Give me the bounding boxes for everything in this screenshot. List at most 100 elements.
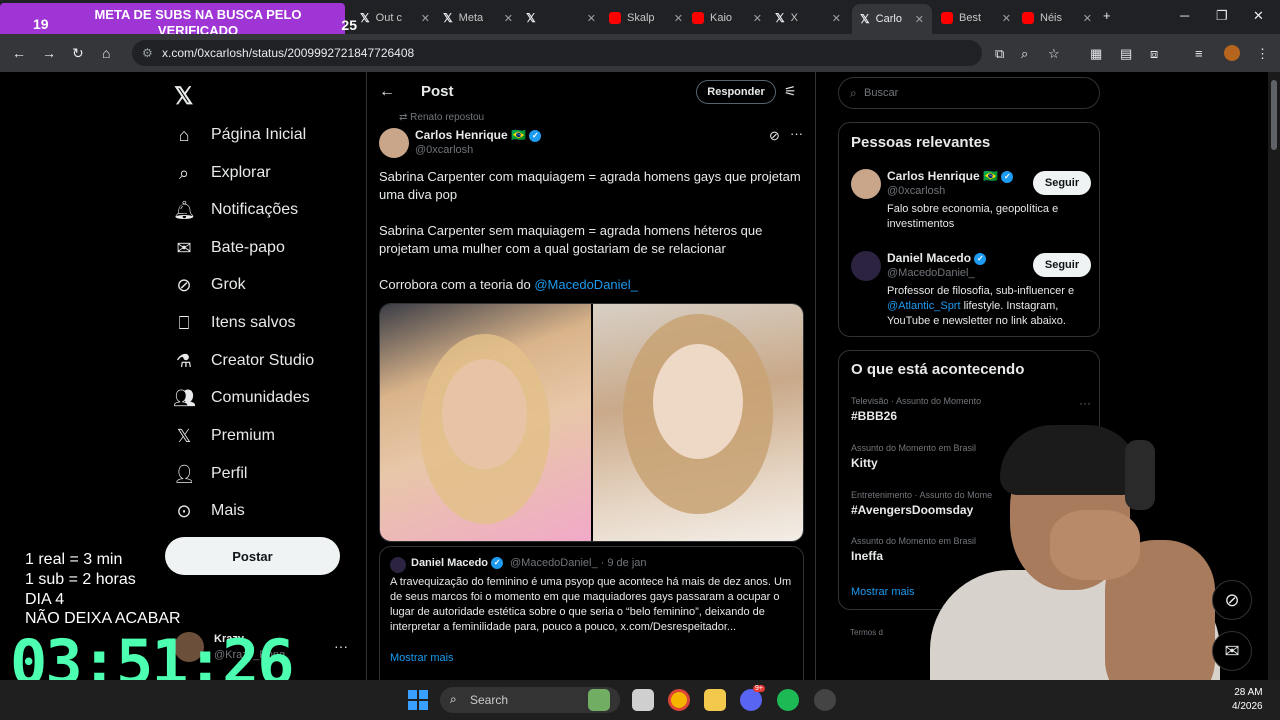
page-title: Post: [421, 83, 454, 100]
webcam-figure: [1125, 440, 1155, 510]
nav-explore[interactable]: ⌕ Explorar: [173, 159, 271, 187]
youtube-icon: [609, 12, 621, 24]
chrome-icon[interactable]: [668, 689, 690, 711]
profile-avatar[interactable]: [1224, 45, 1240, 61]
app-icon[interactable]: [588, 689, 610, 711]
search-input[interactable]: ⌕ Buscar: [838, 77, 1100, 109]
url-field[interactable]: ⚙ x.com/0xcarlosh/status/200999272184772…: [132, 40, 982, 66]
mail-icon[interactable]: ✉: [1212, 631, 1252, 671]
tweet-media[interactable]: [379, 303, 804, 542]
site-info-icon[interactable]: ⚙: [142, 46, 153, 60]
close-window-icon[interactable]: ✕: [1253, 8, 1264, 24]
trend-item[interactable]: Televisão · Assunto do Momento #BBB26 ··…: [851, 396, 1091, 423]
more-icon[interactable]: ···: [1079, 396, 1091, 410]
nav-creator-studio[interactable]: ⚗ Creator Studio: [173, 347, 314, 375]
verified-badge-icon: ✓: [529, 129, 542, 142]
reload-icon[interactable]: ↻: [72, 45, 84, 62]
nav-notifications[interactable]: 🔔︎ Notificações: [173, 196, 298, 224]
media-icon[interactable]: ≡: [1195, 46, 1203, 61]
extension-icon[interactable]: ▦: [1090, 46, 1102, 62]
task-view-icon[interactable]: [632, 689, 654, 711]
close-tab-icon[interactable]: ✕: [504, 12, 513, 25]
more-icon[interactable]: ···: [790, 126, 803, 141]
nav-more[interactable]: ⊙ Mais: [173, 497, 244, 525]
more-circle-icon: ⊙: [176, 500, 192, 521]
back-icon[interactable]: ←: [12, 45, 26, 61]
browser-tab[interactable]: 𝕏 ✕: [526, 6, 596, 30]
mention-link[interactable]: @Atlantic_Sprt: [887, 300, 961, 312]
extensions-puzzle-icon[interactable]: ⧈: [1150, 46, 1158, 62]
browser-tab[interactable]: Skalp ✕: [609, 6, 683, 30]
show-more-link[interactable]: Mostrar mais: [390, 652, 454, 664]
post-button[interactable]: Postar: [165, 537, 340, 575]
photo-with-makeup[interactable]: [380, 304, 591, 541]
browser-tab[interactable]: Kaio ✕: [692, 6, 762, 30]
nav-profile[interactable]: 👤︎ Perfil: [173, 460, 247, 488]
close-tab-icon[interactable]: ✕: [1083, 12, 1092, 25]
author-name[interactable]: Carlos Henrique 🇧🇷 ✓: [415, 128, 542, 142]
spotify-icon[interactable]: [777, 689, 799, 711]
windows-start-icon[interactable]: [408, 690, 428, 710]
discord-icon[interactable]: [740, 689, 762, 711]
scrollbar-thumb[interactable]: [1271, 80, 1277, 150]
browser-tab[interactable]: 𝕏 Meta ✕: [443, 6, 513, 30]
close-tab-icon[interactable]: ✕: [587, 12, 596, 25]
app-icon[interactable]: [814, 689, 836, 711]
mention-link[interactable]: @MacedoDaniel_: [534, 277, 638, 292]
settings-sliders-icon[interactable]: ⚟: [784, 83, 797, 100]
nav-grok[interactable]: ⊘ Grok: [173, 271, 245, 299]
verified-badge-icon: ✓: [1001, 170, 1014, 183]
home-browser-icon[interactable]: ⌂: [102, 45, 110, 61]
grok-icon[interactable]: ⊘: [769, 128, 780, 144]
browser-tab[interactable]: 𝕏 X ✕: [775, 6, 841, 30]
tweet-paragraph: Sabrina Carpenter sem maquiagem = agrada…: [379, 223, 763, 256]
extension-icon[interactable]: ▤: [1120, 46, 1132, 62]
close-tab-icon[interactable]: ✕: [674, 12, 683, 25]
minimize-icon[interactable]: ─: [1180, 8, 1189, 23]
close-tab-icon[interactable]: ✕: [1002, 12, 1011, 25]
zoom-icon[interactable]: ⌕: [1021, 46, 1028, 62]
avatar: [851, 169, 881, 199]
nav-communities[interactable]: 👥︎ Comunidades: [173, 384, 310, 412]
youtube-icon: [941, 12, 953, 24]
scrollbar[interactable]: [1268, 72, 1280, 680]
search-icon: ⌕: [178, 162, 190, 183]
close-tab-icon[interactable]: ✕: [832, 12, 841, 25]
person-icon: 👤︎: [173, 463, 196, 484]
follow-button[interactable]: Seguir: [1033, 171, 1091, 195]
nav-chat[interactable]: ✉ Bate-papo: [173, 234, 284, 262]
close-tab-icon[interactable]: ✕: [915, 13, 924, 26]
new-tab-icon[interactable]: +: [1103, 8, 1111, 23]
browser-tab[interactable]: Best ✕: [941, 6, 1011, 30]
maximize-icon[interactable]: ❐: [1216, 8, 1228, 24]
install-icon[interactable]: ⧉: [995, 46, 1004, 62]
photo-without-makeup[interactable]: [592, 304, 803, 541]
browser-tab[interactable]: Néis ✕: [1022, 6, 1092, 30]
x-logo-icon[interactable]: 𝕏: [174, 82, 193, 111]
browser-tab-active[interactable]: 𝕏 Carlo ✕: [852, 4, 932, 34]
close-tab-icon[interactable]: ✕: [421, 12, 430, 25]
bookmark-star-icon[interactable]: ☆: [1048, 46, 1060, 62]
youtube-icon: [1022, 12, 1034, 24]
main-column: ← Post Responder ⚟ ⇄ Renato repostou Car…: [366, 72, 816, 720]
avatar[interactable]: [379, 128, 409, 158]
nav-premium[interactable]: 𝕏 Premium: [173, 422, 275, 450]
x-icon: 𝕏: [176, 425, 192, 446]
footer-links[interactable]: Termos d: [850, 628, 883, 637]
close-tab-icon[interactable]: ✕: [753, 12, 762, 25]
system-clock[interactable]: 28 AM 4/2026: [1232, 686, 1263, 714]
subs-goal-target: 25: [341, 17, 357, 33]
reply-button[interactable]: Responder: [696, 80, 776, 104]
grok-icon[interactable]: ⊘: [1212, 580, 1252, 620]
nav-home[interactable]: ⌂ Página Inicial: [173, 121, 307, 149]
nav-bookmarks[interactable]: ⎕ Itens salvos: [173, 309, 296, 337]
more-icon[interactable]: ···: [334, 638, 348, 654]
repost-indicator: ⇄ Renato repostou: [399, 112, 485, 123]
follow-button[interactable]: Seguir: [1033, 253, 1091, 277]
browser-menu-icon[interactable]: ⋮: [1256, 46, 1269, 62]
author-handle[interactable]: @0xcarlosh: [415, 144, 473, 156]
browser-tab[interactable]: 𝕏 Out c ✕: [360, 6, 430, 30]
folder-icon[interactable]: [704, 689, 726, 711]
forward-icon[interactable]: →: [42, 45, 56, 61]
back-arrow-icon[interactable]: ←: [379, 83, 395, 101]
